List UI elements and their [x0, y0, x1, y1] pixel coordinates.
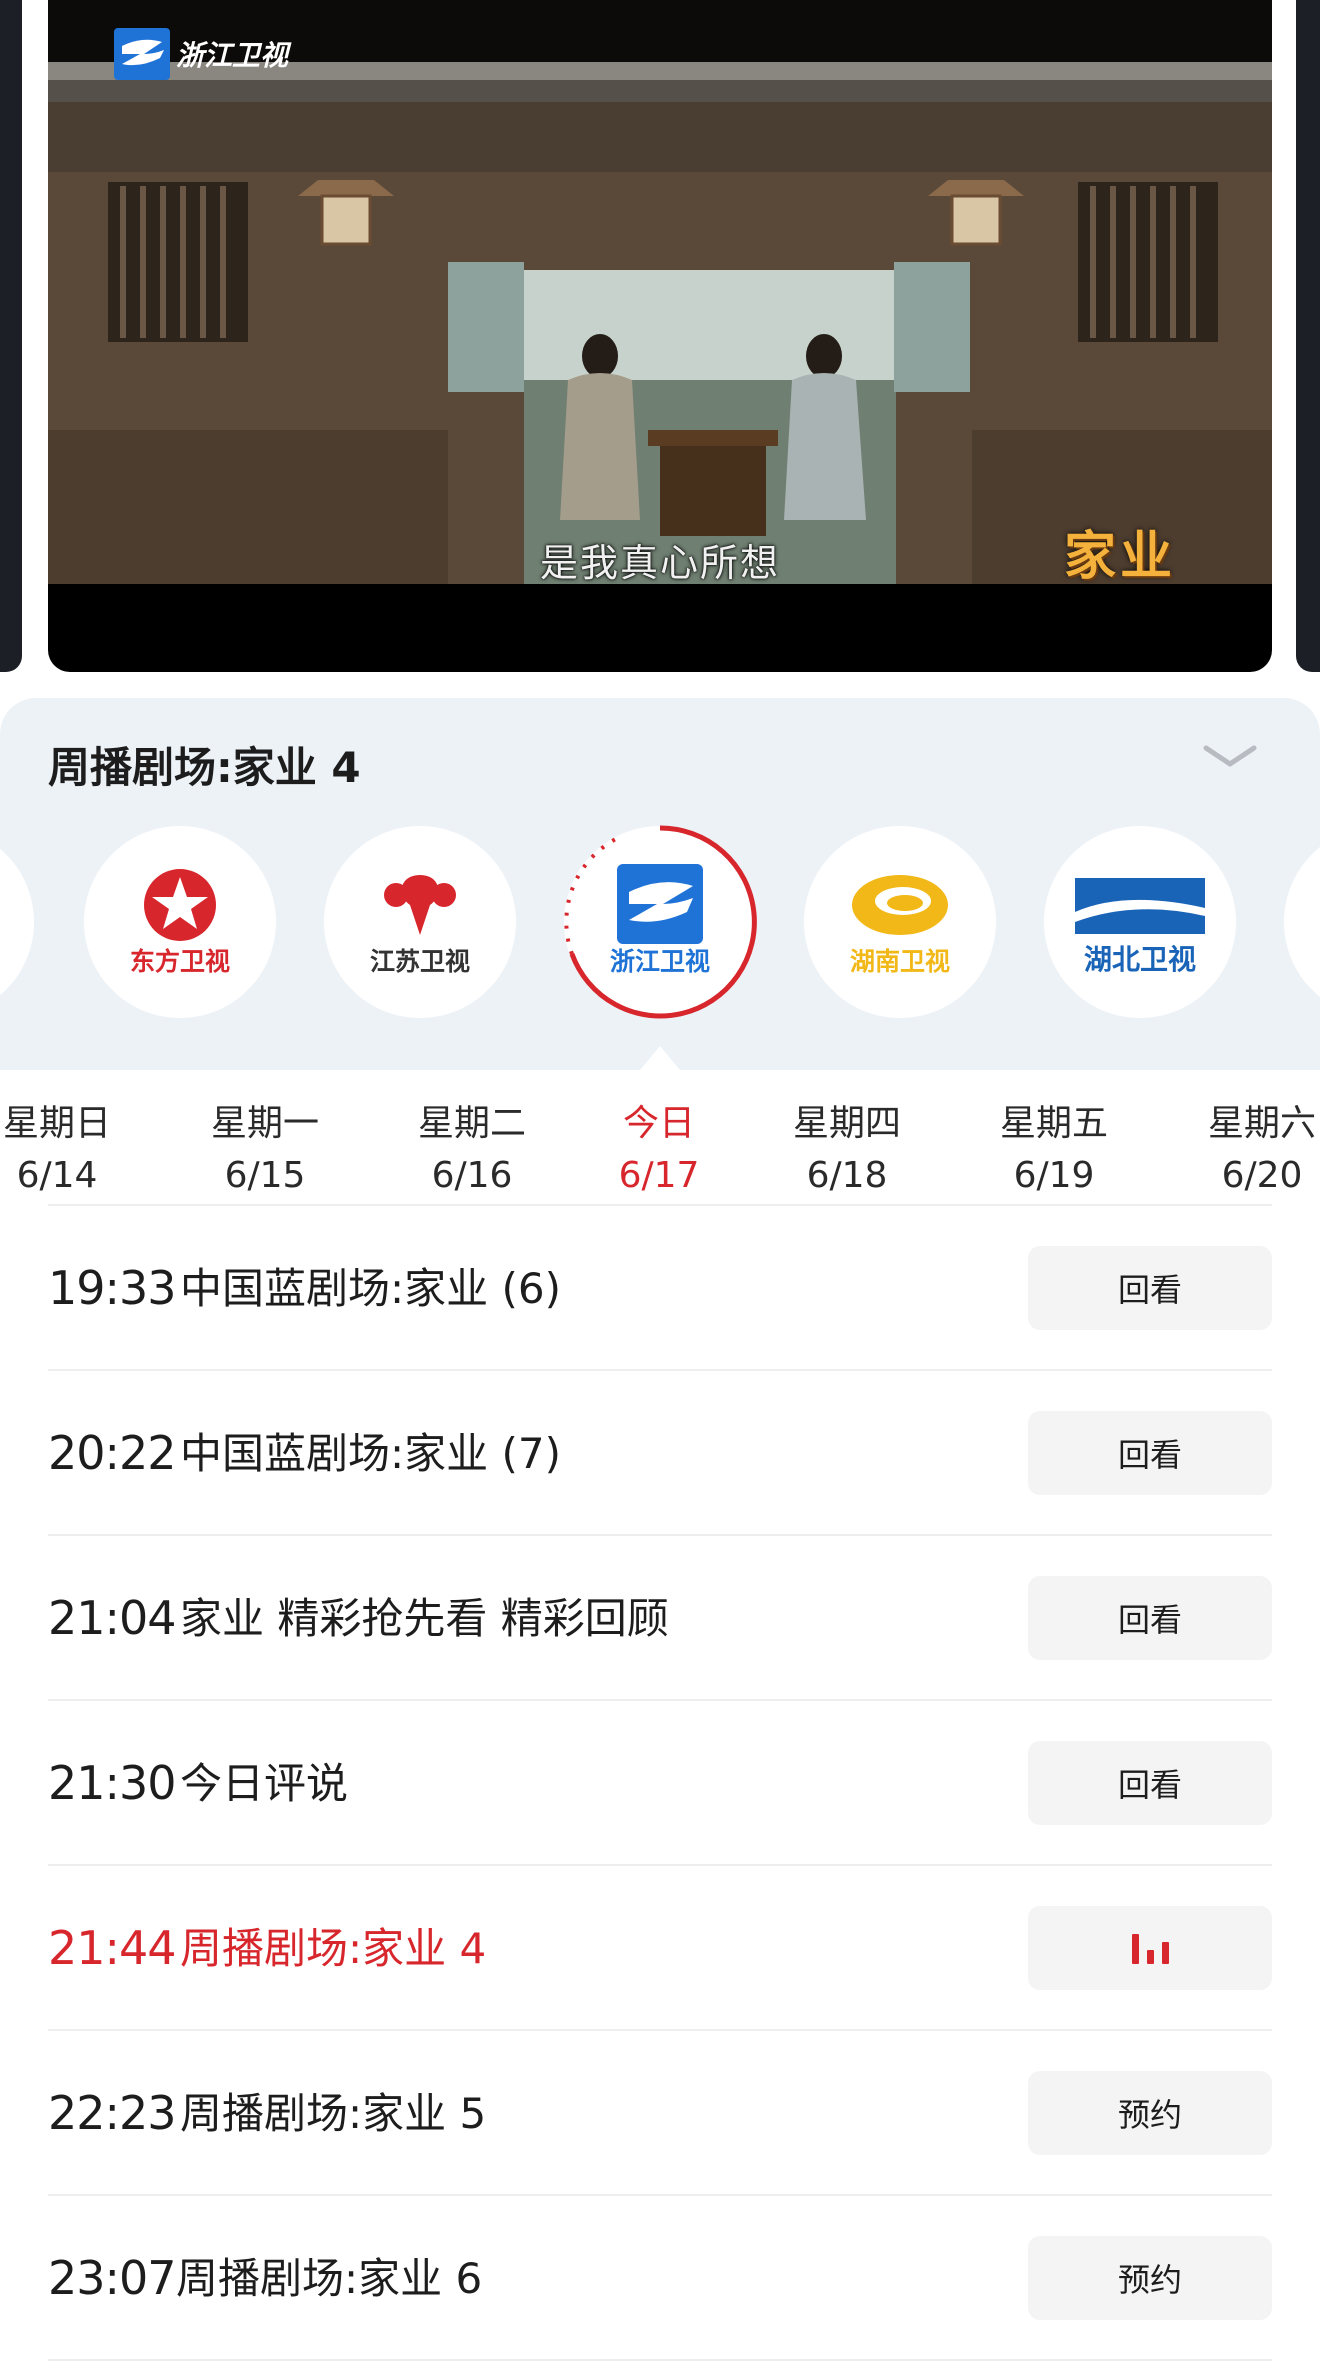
program-title: 今日评说: [180, 1759, 349, 1808]
channel-dragon-tv[interactable]: 东方卫视: [84, 826, 276, 1018]
page: 浙江卫视 是我真心所想 家业 周播剧场:家业 4 东方卫视 江苏卫视 浙江卫视 …: [0, 0, 1320, 2379]
channel-hunan-tv[interactable]: 湖南卫视: [804, 826, 996, 1018]
date-day: 6/15: [224, 1155, 306, 1196]
channel-label: 湖北卫视: [1083, 943, 1196, 976]
channel-watermark: 浙江卫视: [114, 28, 288, 80]
date-tab-sunday[interactable]: 星期日 6/14: [0, 1098, 127, 1202]
jiangsu-tv-logo-icon: [384, 875, 456, 935]
channel-label: 东方卫视: [129, 947, 230, 976]
program-time: 22:23: [48, 2086, 177, 2140]
program-time: 21:30: [48, 1756, 177, 1810]
divider: [48, 2359, 1272, 2361]
next-video-card[interactable]: [1296, 0, 1320, 672]
schedule-row: 20:22 中国蓝剧场:家业 (7) 回看: [0, 1371, 1320, 1536]
program-title: 中国蓝剧场:家业 (6): [180, 1264, 561, 1313]
replay-button[interactable]: 回看: [1028, 1741, 1272, 1825]
schedule-row: 19:33 中国蓝剧场:家业 (6) 回看: [0, 1206, 1320, 1371]
selected-channel-ring: [564, 825, 757, 1019]
date-weekday: 星期四: [792, 1103, 901, 1144]
program-time: 21:04: [48, 1591, 177, 1645]
schedule-row: 21:04 家业 精彩抢先看 精彩回顾 回看: [0, 1536, 1320, 1701]
playing-bars-icon: [1131, 1932, 1169, 1964]
channel-partial-left[interactable]: [0, 826, 34, 1018]
schedule-row: 23:07 周播剧场:家业 6 预约: [0, 2196, 1320, 2361]
program-title: 中国蓝剧场:家业 (7): [180, 1429, 561, 1478]
watermark-text: 浙江卫视: [176, 39, 289, 72]
channel-label: 江苏卫视: [369, 947, 470, 976]
schedule-row: 21:30 今日评说 回看: [0, 1701, 1320, 1866]
program-title: 周播剧场:家业 4: [180, 1924, 487, 1973]
channel-partial-right[interactable]: [1284, 826, 1320, 1018]
video-frame: [48, 0, 1272, 584]
hunan-tv-logo-icon: [852, 875, 948, 935]
program-title: 家业 精彩抢先看 精彩回顾: [180, 1594, 669, 1643]
program-time: 20:22: [48, 1426, 177, 1480]
channel-jiangsu-tv[interactable]: 江苏卫视: [324, 826, 516, 1018]
channel-hubei-tv[interactable]: 湖北卫视: [1044, 826, 1236, 1018]
date-weekday: 星期一: [210, 1103, 319, 1144]
reserve-button[interactable]: 预约: [1028, 2071, 1272, 2155]
date-weekday: 今日: [622, 1103, 695, 1144]
date-day: 6/17: [618, 1155, 700, 1196]
replay-button[interactable]: 回看: [1028, 1246, 1272, 1330]
date-day: 6/19: [1013, 1155, 1095, 1196]
dragon-tv-logo-icon: [144, 869, 216, 941]
date-weekday: 星期日: [2, 1103, 111, 1144]
date-weekday: 星期六: [1207, 1103, 1316, 1144]
date-day: 6/18: [806, 1155, 888, 1196]
schedule-row: 22:23 周播剧场:家业 5 预约: [0, 2031, 1320, 2196]
replay-button[interactable]: 回看: [1028, 1576, 1272, 1660]
date-day: 6/20: [1221, 1155, 1303, 1196]
program-title: 周播剧场:家业 6: [176, 2254, 483, 2303]
date-tab-monday[interactable]: 星期一 6/15: [195, 1098, 335, 1202]
channel-label: 湖南卫视: [849, 947, 950, 976]
date-tab-thursday[interactable]: 星期四 6/18: [777, 1098, 917, 1202]
program-time: 21:44: [48, 1921, 177, 1975]
program-time: 23:07: [48, 2251, 177, 2305]
program-title: 周播剧场:家业 5: [180, 2089, 487, 2138]
replay-button[interactable]: 回看: [1028, 1411, 1272, 1495]
video-player[interactable]: 浙江卫视 是我真心所想 家业: [48, 0, 1272, 672]
program-schedule-list: 19:33 中国蓝剧场:家业 (6) 回看 20:22 中国蓝剧场:家业 (7)…: [0, 1206, 1320, 2361]
show-title-logo: 家业: [1063, 526, 1176, 587]
chevron-down-icon[interactable]: [1200, 736, 1260, 776]
date-tab-friday[interactable]: 星期五 6/19: [984, 1098, 1124, 1202]
date-day: 6/16: [431, 1155, 513, 1196]
date-selector: 星期日 6/14 星期一 6/15 星期二 6/16 今日 6/17 星期四 6…: [0, 1070, 1320, 1206]
date-tab-saturday[interactable]: 星期六 6/20: [1192, 1098, 1320, 1202]
current-program-title: 周播剧场:家业 4: [48, 743, 361, 792]
date-weekday: 星期五: [999, 1103, 1108, 1144]
previous-video-card[interactable]: [0, 0, 22, 672]
selected-channel-pointer: [640, 1046, 680, 1070]
schedule-row-live: 21:44 周播剧场:家业 4: [0, 1866, 1320, 2031]
date-tab-tuesday[interactable]: 星期二 6/16: [402, 1098, 542, 1202]
now-playing-button[interactable]: [1028, 1906, 1272, 1990]
hubei-tv-logo-icon: [1075, 878, 1205, 934]
program-panel: 周播剧场:家业 4 东方卫视 江苏卫视 浙江卫视 湖南卫视 湖北卫视: [0, 698, 1320, 1070]
date-tab-today[interactable]: 今日 6/17: [589, 1098, 729, 1202]
zhejiang-logo-icon: [114, 28, 170, 80]
date-weekday: 星期二: [417, 1103, 526, 1144]
channel-selector: 东方卫视 江苏卫视 浙江卫视 湖南卫视 湖北卫视: [0, 825, 1320, 1026]
date-day: 6/14: [16, 1155, 98, 1196]
program-time: 19:33: [48, 1261, 177, 1315]
reserve-button[interactable]: 预约: [1028, 2236, 1272, 2320]
